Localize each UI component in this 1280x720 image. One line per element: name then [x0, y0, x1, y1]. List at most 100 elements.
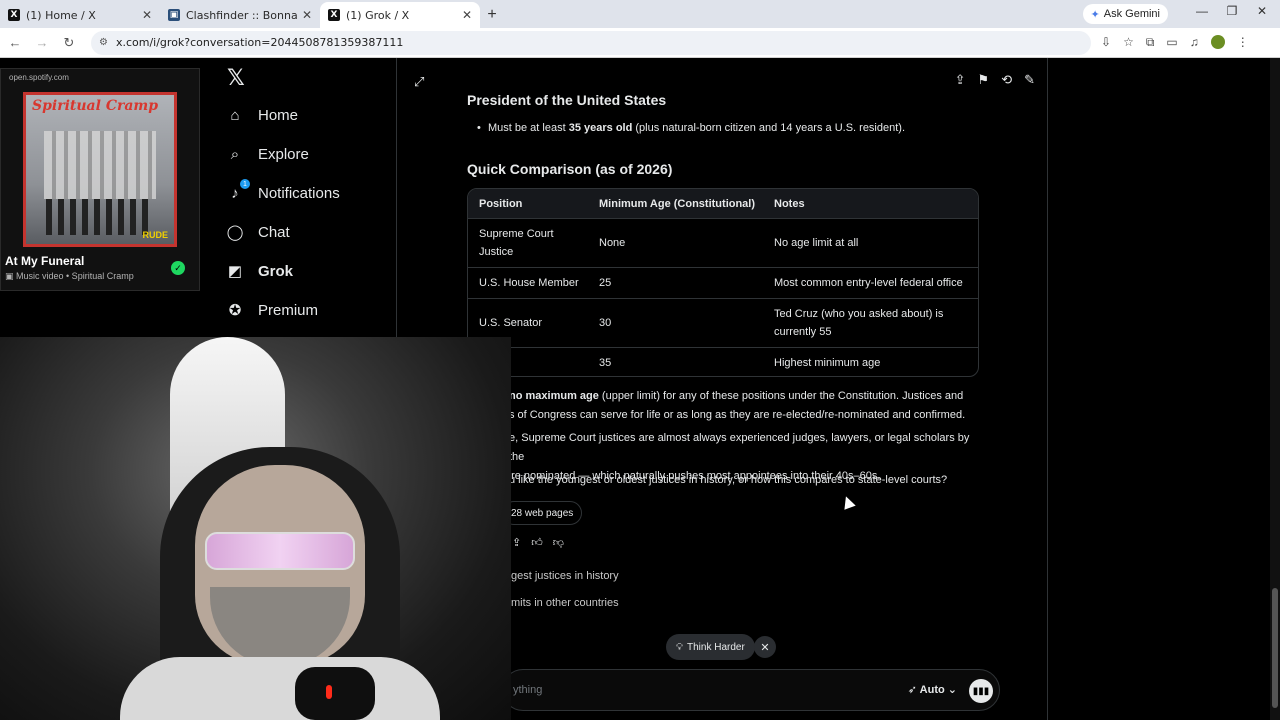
share-icon[interactable]: ⇪ [955, 72, 966, 88]
paragraph-text: (upper limit) for any of these positions… [598, 390, 964, 402]
voice-mode-button[interactable]: ▮▮▮ [969, 679, 993, 703]
mode-label: Auto [919, 684, 945, 696]
table-cell: None [599, 237, 626, 249]
table-cell: U.S. House Member [479, 277, 579, 289]
comparison-heading: Quick Comparison (as of 2026) [467, 161, 673, 177]
minimize-icon[interactable]: — [1192, 4, 1212, 18]
close-suggestion-button[interactable]: ✕ [754, 636, 776, 658]
ask-gemini-label: Ask Gemini [1103, 8, 1160, 20]
sidebar-item-chat[interactable]: ◯ Chat [226, 223, 290, 242]
menu-kebab-icon[interactable]: ⋮ [1237, 35, 1249, 50]
page-scrollbar[interactable] [1270, 58, 1280, 720]
spotify-mini-player: open.spotify.com Spiritual Cramp RUDE At… [0, 68, 200, 291]
ask-gemini-button[interactable]: ✦ Ask Gemini [1082, 4, 1168, 24]
tab-grok-x[interactable]: X (1) Grok / X ✕ [320, 2, 480, 28]
new-chat-icon[interactable]: ✎ [1024, 72, 1035, 88]
premium-icon: ✪ [228, 302, 242, 319]
sidebar-item-label: Chat [258, 223, 290, 241]
think-harder-label: Think Harder [687, 641, 745, 653]
close-tab-icon[interactable]: ✕ [462, 8, 472, 22]
reload-icon[interactable]: ↻ [57, 35, 81, 51]
close-tab-icon[interactable]: ✕ [302, 8, 312, 22]
profile-avatar[interactable] [1210, 35, 1225, 49]
close-window-icon[interactable]: ✕ [1252, 4, 1272, 18]
table-cell: 30 [599, 317, 612, 329]
sidebar-item-label: Home [258, 106, 299, 124]
president-heading: President of the United States [467, 92, 667, 108]
new-tab-button[interactable]: + [480, 2, 504, 28]
comparison-table: Position Minimum Age (Constitutional) No… [467, 188, 979, 377]
site-info-icon[interactable]: ⚙ [99, 37, 108, 48]
sidebar-item-notifications[interactable]: ♪ 1 Notifications [226, 179, 340, 202]
address-bar-row: ← → ↻ ⚙ x.com/i/grok?conversation=204450… [0, 28, 1280, 58]
table-row: U.S. House Member 25 Most common entry-l… [468, 268, 978, 299]
table-row: U.S. Senator 30 Ted Cruz (who you asked … [468, 299, 978, 348]
chat-icon: ◯ [226, 224, 244, 241]
tab-title: (1) Grok / X [346, 8, 410, 22]
spotify-host: open.spotify.com [9, 73, 69, 82]
album-art[interactable]: Spiritual Cramp RUDE [23, 92, 177, 247]
chevron-down-icon: ⌄ [947, 684, 957, 696]
sidebar-item-label: Notifications [258, 184, 340, 202]
bookmark-icon[interactable]: ⚑ [978, 72, 990, 88]
paragraph-bold: no maximum age [509, 390, 599, 402]
tab-clashfinder[interactable]: ▣ Clashfinder :: Bonnaroo 2026 C ✕ [160, 2, 320, 28]
close-tab-icon[interactable]: ✕ [142, 8, 152, 22]
sources-button[interactable]: 28 web pages [502, 501, 583, 525]
table-cell: Most common entry-level federal office [774, 277, 963, 289]
install-app-icon[interactable]: ⇩ [1101, 35, 1111, 50]
thumbs-down-icon[interactable]: 👎︎ [553, 536, 564, 549]
sidebar-item-label: Grok [258, 262, 294, 280]
url-field[interactable]: ⚙ x.com/i/grok?conversation=204450878135… [91, 30, 1091, 55]
tab-home-x[interactable]: X (1) Home / X ✕ [0, 2, 160, 28]
table-cell: Supreme Court Justice [479, 228, 554, 258]
sidebar-item-grok[interactable]: ◩ Grok [226, 262, 294, 281]
sidebar-item-label: Explore [258, 145, 309, 163]
forward-icon[interactable]: → [30, 35, 54, 50]
webcam-mic-light [326, 685, 332, 699]
liked-check-icon[interactable]: ✓ [171, 261, 185, 275]
response-actions: ⇪ 👍︎ 👎︎ [512, 536, 564, 549]
share-response-icon[interactable]: ⇪ [512, 536, 521, 549]
think-harder-button[interactable]: 💡︎ Think Harder [666, 634, 755, 660]
notification-badge: 1 [240, 179, 250, 189]
sidebar-item-premium[interactable]: ✪ Premium [226, 301, 318, 320]
expand-icon[interactable]: ⤢ [414, 74, 424, 90]
extensions-icon[interactable]: ⧉ [1146, 35, 1155, 50]
song-title: At My Funeral [5, 254, 85, 268]
lightbulb-icon: 💡︎ [676, 641, 683, 653]
president-requirement: Must be at least 35 years old (plus natu… [477, 122, 905, 134]
suggestion-item[interactable]: gest justices in history [511, 570, 619, 582]
x-favicon-icon: X [8, 9, 20, 21]
album-art-title: Spiritual Cramp [32, 98, 159, 114]
history-icon[interactable]: ⟲ [1001, 72, 1012, 88]
mode-selector[interactable]: ➶ Auto ⌄ [908, 683, 957, 696]
sidebar-item-home[interactable]: ⌂ Home [226, 106, 298, 124]
url-text: x.com/i/grok?conversation=20445087813593… [115, 36, 404, 49]
bookmark-star-icon[interactable]: ☆ [1123, 35, 1134, 50]
sidebar-item-explore[interactable]: ⌕ Explore [226, 145, 309, 163]
grok-icon: ◩ [227, 263, 243, 280]
webcam-shirt [120, 657, 440, 720]
browser-tab-bar: X (1) Home / X ✕ ▣ Clashfinder :: Bonnar… [0, 0, 1280, 28]
album-art-building [44, 131, 156, 199]
thumbs-up-icon[interactable]: 👍︎ [531, 536, 543, 549]
x-logo-icon[interactable]: 𝕏 [227, 66, 245, 91]
table-row: Supreme Court Justice None No age limit … [468, 219, 978, 268]
table-cell: No age limit at all [774, 237, 859, 249]
grok-composer[interactable]: ything ➶ Auto ⌄ ▮▮▮ [502, 669, 1000, 711]
back-icon[interactable]: ← [3, 35, 27, 50]
scrollbar-thumb[interactable] [1272, 588, 1278, 708]
x-favicon-icon: X [328, 9, 340, 21]
table-cell: Ted Cruz (who you asked about) is curren… [774, 308, 944, 338]
sidepanel-icon[interactable]: ▭ [1166, 35, 1177, 50]
answer-paragraph-3: u like the youngest or oldest justices i… [509, 474, 948, 486]
suggestion-item[interactable]: mits in other countries [511, 597, 619, 609]
restore-icon[interactable]: ❐ [1222, 4, 1242, 18]
table-cell: Highest minimum age [774, 357, 881, 369]
answer-paragraph-1: no maximum age (upper limit) for any of … [509, 387, 979, 425]
grok-header-actions: ⇪ ⚑ ⟲ ✎ [955, 72, 1035, 88]
table-header: Notes [774, 197, 805, 210]
media-controls-icon[interactable]: ♫ [1190, 35, 1199, 50]
webcam-microphone [295, 667, 375, 720]
